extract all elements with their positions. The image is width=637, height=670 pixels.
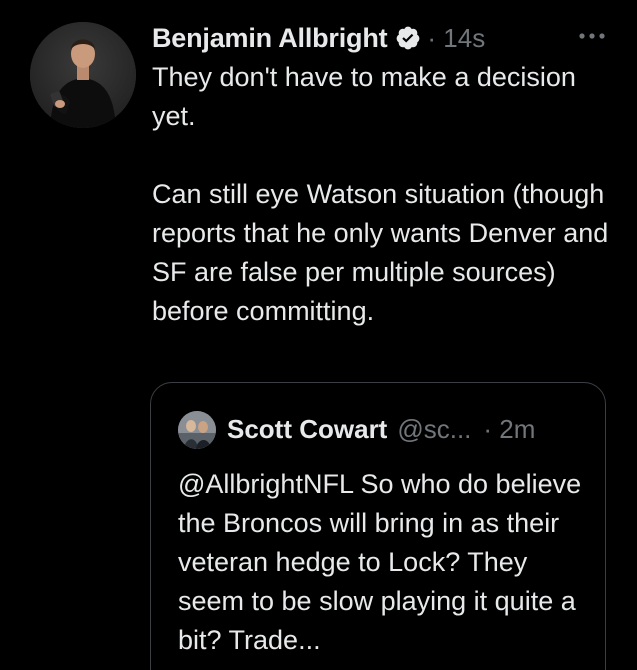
quoted-author-avatar[interactable] — [178, 411, 216, 449]
author-name[interactable]: Benjamin Allbright — [152, 23, 388, 54]
tweet-text: They don't have to make a decision yet. … — [152, 62, 609, 326]
quoted-author-name[interactable]: Scott Cowart — [227, 414, 387, 445]
tweet[interactable]: Benjamin Allbright · 14s They don't have… — [0, 0, 637, 670]
author-avatar[interactable] — [30, 22, 136, 128]
quoted-tweet[interactable]: Scott Cowart @sc... · 2m @AllbrightNFL S… — [150, 382, 606, 670]
tweet-header: Benjamin Allbright · 14s — [152, 18, 485, 58]
more-horizontal-icon[interactable] — [577, 28, 607, 44]
tweet-timestamp[interactable]: · 14s — [427, 23, 485, 54]
quoted-tweet-timestamp[interactable]: · 2m — [483, 414, 535, 445]
quoted-tweet-header: Scott Cowart @sc... · 2m — [227, 409, 535, 449]
quoted-tweet-text: @AllbrightNFL So who do believe the Bron… — [178, 469, 582, 655]
quoted-author-handle[interactable]: @sc... — [397, 414, 471, 445]
verified-badge-icon — [395, 25, 421, 51]
